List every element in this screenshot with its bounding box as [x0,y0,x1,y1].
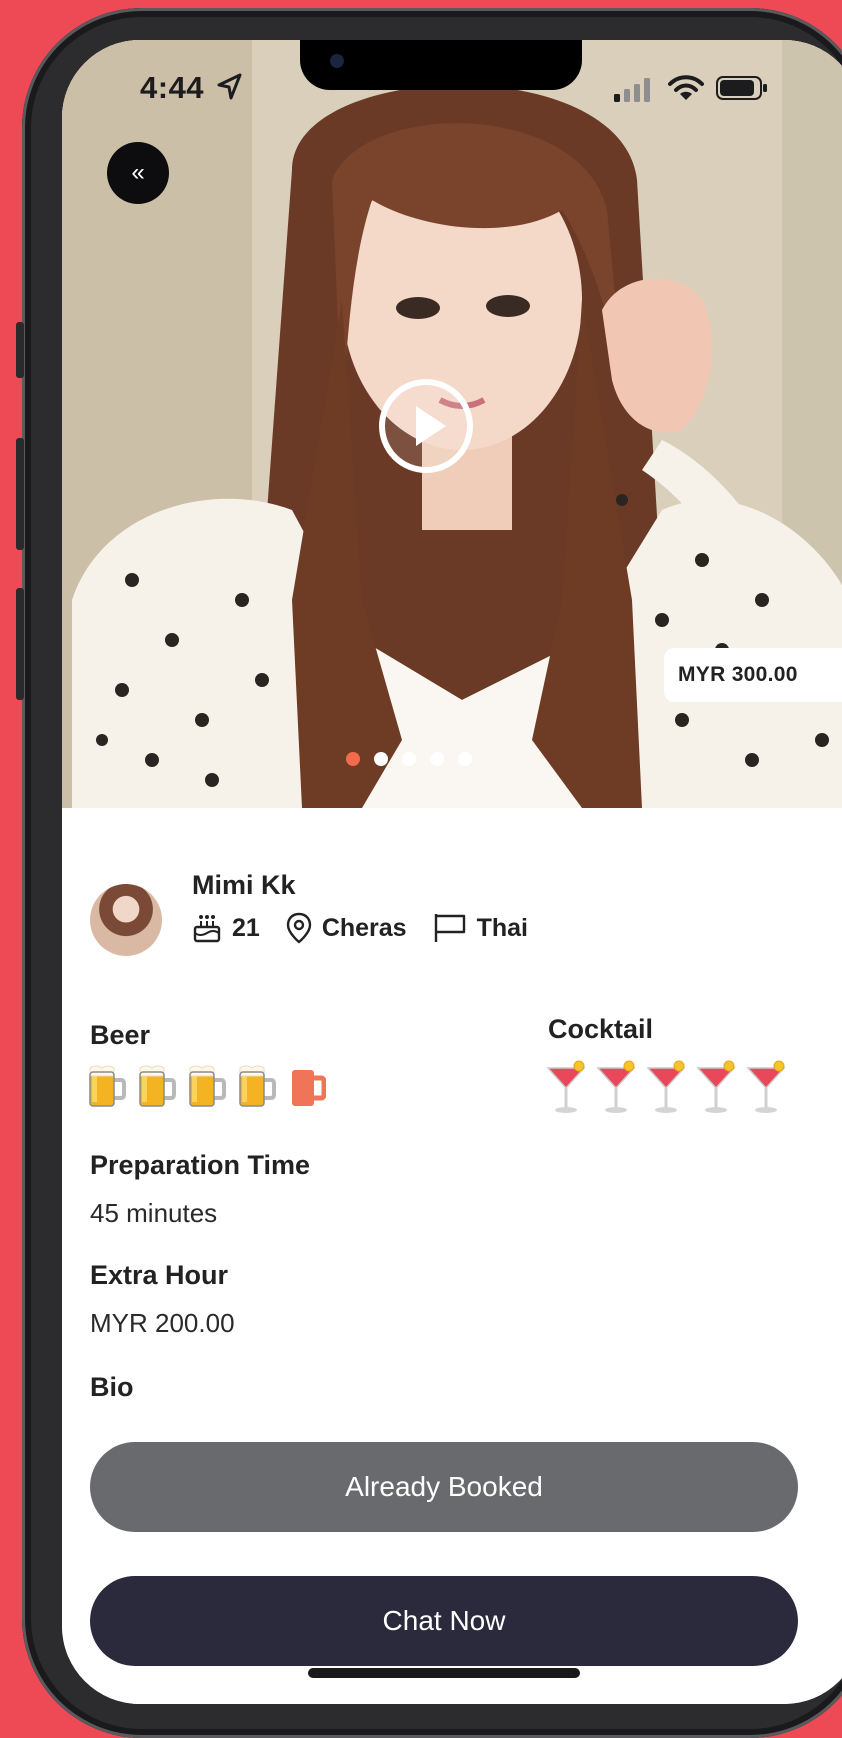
prep-time-label: Preparation Time [90,1150,311,1180]
phone-side-button [16,438,24,550]
profile-meta: 21 Cheras Thai [192,912,528,944]
signal-icon [614,78,650,102]
phone-side-button [16,322,24,378]
back-button[interactable]: « [107,142,169,204]
price-tag: MYR 300.00 [664,648,842,702]
profile-details: Mimi Kk 21 Cheras Thai Beer Cocktail Pre… [62,808,842,1704]
phone-side-button [16,588,24,700]
screen: 4:44 « MYR 300.00 Mimi Kk 21 Cheras Thai… [62,40,842,1704]
extra-hour-value: MYR 200.00 [90,1308,235,1338]
camera-icon [330,54,344,68]
cocktail-label: Cocktail [548,1014,654,1044]
chat-now-button[interactable]: Chat Now [90,1576,798,1666]
already-booked-button[interactable]: Already Booked [90,1442,798,1532]
beer-mug-icon [239,1065,276,1107]
location-pin-icon [286,912,312,944]
wifi-icon [668,75,704,100]
age-value: 21 [232,913,260,942]
double-chevron-left-icon: « [131,159,145,186]
location-arrow-icon [217,73,242,100]
status-time: 4:44 [140,70,205,105]
profile-name: Mimi Kk [192,870,296,900]
cocktail-glass-icon [746,1060,786,1113]
beer-mug-empty-icon [292,1070,326,1106]
status-bar: 4:44 [62,70,842,114]
beer-mug-icon [139,1065,176,1107]
avatar[interactable] [90,884,162,956]
location-value: Cheras [321,913,407,942]
carousel-dot[interactable] [346,752,360,766]
beer-rating [88,1064,326,1108]
nationality-value: Thai [476,913,528,942]
carousel-dot[interactable] [374,752,388,766]
cocktail-glass-icon [546,1060,586,1113]
birthday-cake-icon [193,915,221,943]
battery-icon [716,76,767,100]
beer-mug-icon [189,1065,226,1107]
extra-hour-label: Extra Hour [90,1260,229,1290]
bio-label: Bio [90,1372,134,1402]
home-indicator[interactable] [308,1668,580,1678]
play-button[interactable] [378,378,474,474]
price-value: MYR 300.00 [678,663,798,686]
prep-time-value: 45 minutes [90,1198,218,1228]
flag-icon [434,914,465,942]
chat-now-label: Chat Now [382,1605,506,1636]
cocktail-glass-icon [596,1060,636,1113]
beer-mug-icon [89,1065,126,1107]
carousel-indicator[interactable] [346,752,472,766]
carousel-dot[interactable] [402,752,416,766]
carousel-dot[interactable] [458,752,472,766]
cocktail-glass-icon [696,1060,736,1113]
cocktail-rating [546,1060,786,1116]
beer-label: Beer [90,1020,151,1050]
carousel-dot[interactable] [430,752,444,766]
already-booked-label: Already Booked [345,1471,543,1502]
cocktail-glass-icon [646,1060,686,1113]
